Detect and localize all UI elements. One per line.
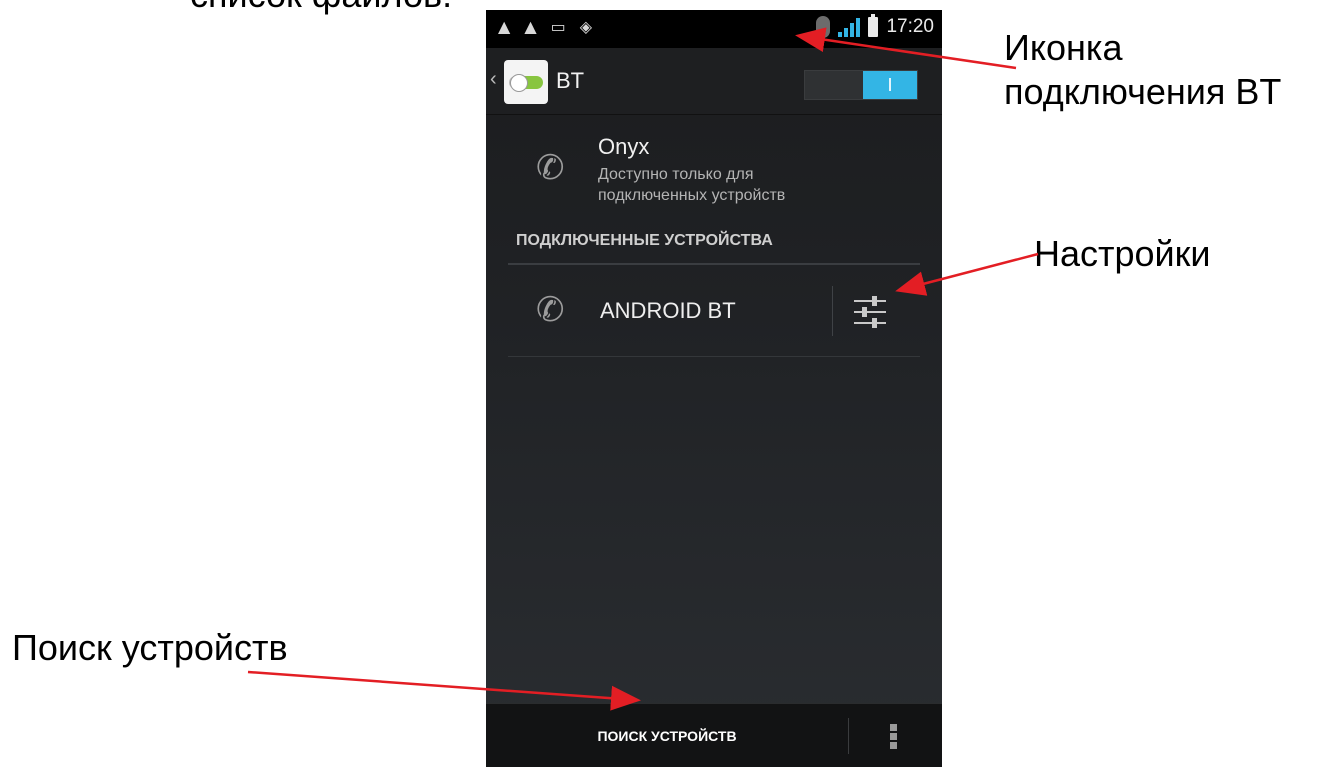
this-device-item[interactable]: ✆ Onyx Доступно только для подключенных … <box>486 130 942 220</box>
status-right-icons: 17:20 <box>816 14 934 38</box>
action-bar: ‹ BT I <box>486 48 942 115</box>
phone-icon: ✆ <box>536 148 565 188</box>
this-device-visibility: Доступно только для подключенных устройс… <box>598 166 786 204</box>
annotation-scan: Поиск устройств <box>12 627 288 668</box>
device-settings-button[interactable] <box>848 292 892 332</box>
battery-icon <box>868 14 879 37</box>
section-divider <box>508 263 920 265</box>
bluetooth-connected-icon <box>816 16 831 38</box>
bluetooth-settings-icon[interactable] <box>504 60 548 104</box>
phone-icon: ✆ <box>536 290 565 330</box>
top-caption: список файлов. <box>190 0 452 16</box>
wifi-icon: ◈ <box>579 17 593 36</box>
row-divider <box>508 356 920 357</box>
warning-icon: ▲ <box>524 17 537 36</box>
phone-screen: ▲ ▲ ▭ ◈ 17:20 ‹ BT I ✆ Onyx Доступно тол… <box>486 10 942 767</box>
status-left-icons: ▲ ▲ ▭ ◈ <box>498 17 592 36</box>
warning-icon: ▲ <box>498 17 511 36</box>
signal-icon <box>838 17 861 37</box>
page-title: BT <box>556 68 585 93</box>
scan-devices-button[interactable]: ПОИСК УСТРОЙСТВ <box>486 704 848 767</box>
paired-devices-header: ПОДКЛЮЧЕННЫЕ УСТРОЙСТВА <box>516 232 773 249</box>
overflow-menu-icon[interactable] <box>890 724 898 750</box>
settings-sliders-icon <box>854 296 886 328</box>
this-device-name: Onyx <box>598 134 650 159</box>
paired-device-name: ANDROID BT <box>600 298 736 323</box>
status-bar: ▲ ▲ ▭ ◈ 17:20 <box>486 10 942 48</box>
image-icon: ▭ <box>550 17 566 36</box>
annotation-settings: Настройки <box>1034 233 1211 274</box>
up-chevron-icon[interactable]: ‹ <box>490 68 497 91</box>
annotation-bt-icon: Иконка подключения BT <box>1004 27 1282 112</box>
bottom-action-bar: ПОИСК УСТРОЙСТВ <box>486 703 942 767</box>
row-vertical-divider <box>832 286 833 336</box>
status-time: 17:20 <box>886 16 934 37</box>
bluetooth-toggle[interactable]: I <box>804 70 918 100</box>
bottom-bar-divider <box>848 718 849 754</box>
paired-device-row[interactable]: ✆ ANDROID BT <box>508 266 920 356</box>
toggle-thumb: I <box>863 71 917 99</box>
